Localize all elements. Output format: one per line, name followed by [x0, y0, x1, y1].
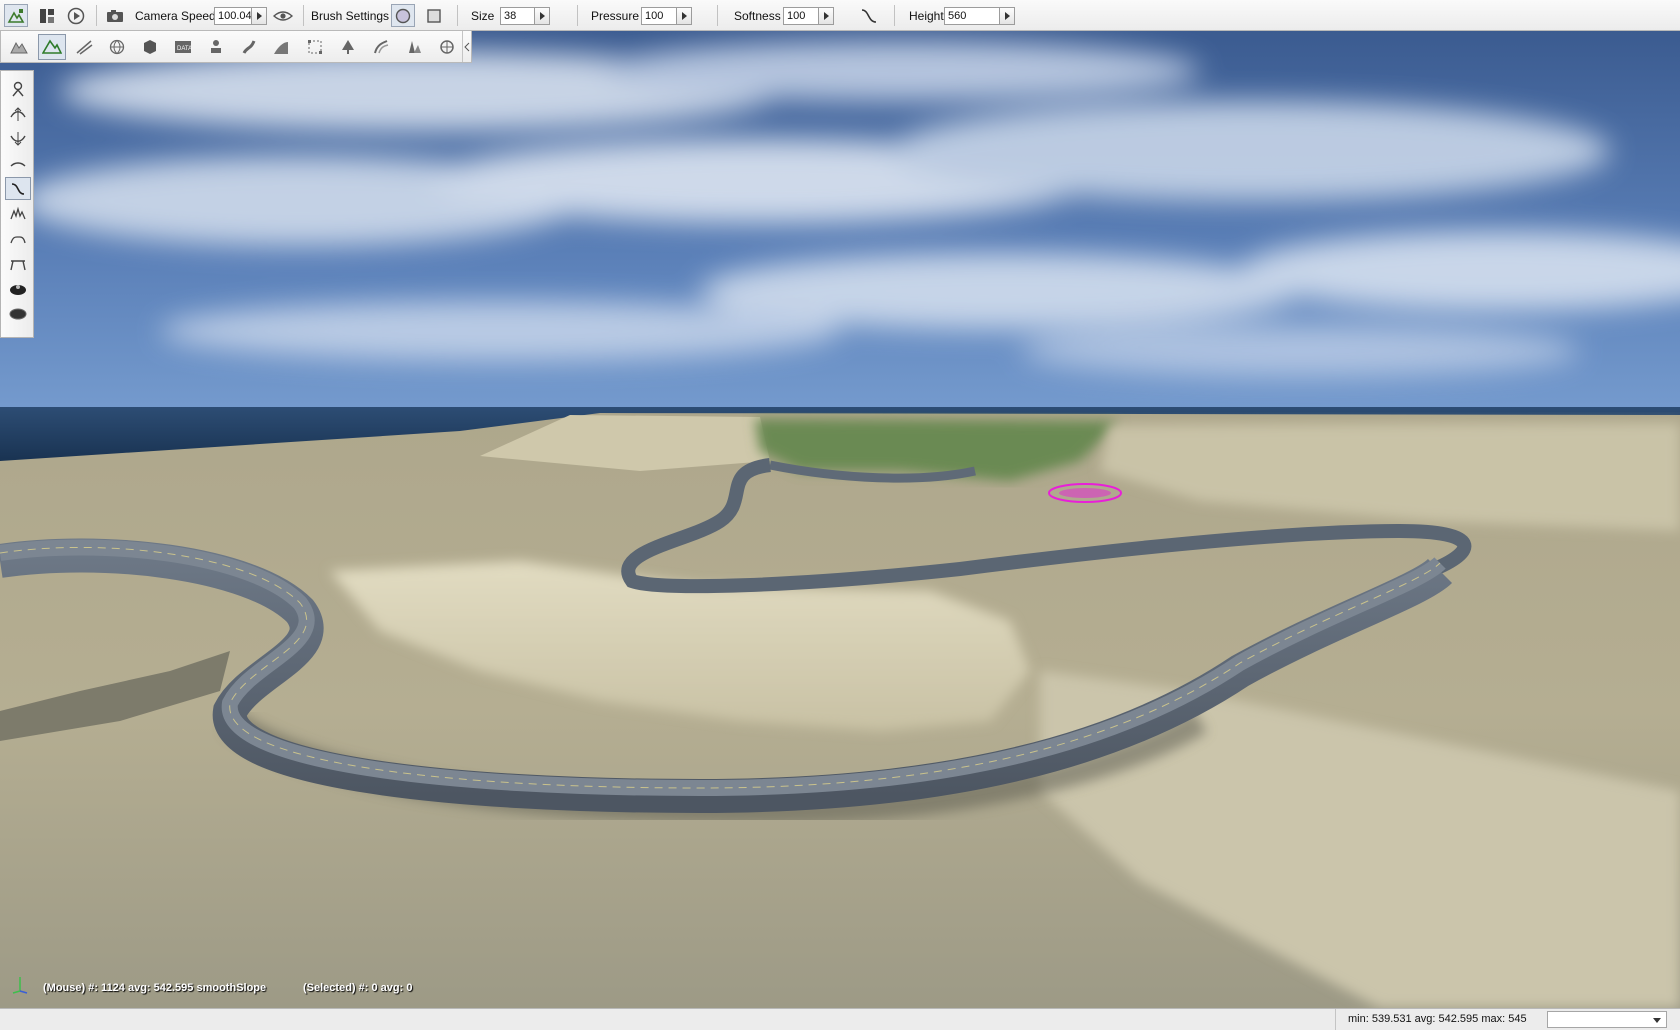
terrain-icon[interactable] [5, 34, 33, 60]
size-field[interactable]: 38 [500, 7, 535, 25]
set-height-icon[interactable] [5, 252, 31, 275]
brush-palette [0, 70, 34, 338]
3d-viewport[interactable] [0, 31, 1680, 1008]
globe-icon[interactable] [103, 34, 131, 60]
softness-field[interactable]: 100 [783, 7, 819, 25]
editor-tools-row: DATA [0, 31, 472, 63]
selected-info-readout: (Selected) #: 0 avg: 0 [303, 982, 413, 994]
raise-brush-icon[interactable] [5, 102, 31, 125]
height-increment[interactable] [999, 7, 1015, 25]
circle-brush-icon[interactable] [391, 4, 415, 27]
softness-increment[interactable] [818, 7, 834, 25]
smooth-slope-icon[interactable] [5, 177, 31, 200]
lower-brush-icon[interactable] [5, 127, 31, 150]
axis-gizmo-icon [12, 975, 28, 995]
main-toolbar: Camera Speed 100.04 Brush Settings Size … [0, 0, 1680, 31]
bounds-icon[interactable] [301, 34, 329, 60]
road-icon[interactable] [70, 34, 98, 60]
pressure-increment[interactable] [676, 7, 692, 25]
clear-terrain-icon[interactable] [5, 277, 31, 300]
grab-brush-icon[interactable] [5, 77, 31, 100]
height-label: Height [909, 9, 944, 23]
camera-speed-field[interactable]: 100.04 [214, 7, 252, 25]
falloff-curve-icon[interactable] [857, 4, 881, 27]
restore-terrain-icon[interactable] [5, 302, 31, 325]
camera-icon[interactable] [103, 4, 127, 27]
forest-icon[interactable] [334, 34, 362, 60]
terrain-paint-icon[interactable] [38, 34, 66, 60]
noise-brush-icon[interactable] [5, 202, 31, 225]
river-icon[interactable] [235, 34, 263, 60]
camera-speed-increment[interactable] [251, 7, 267, 25]
size-label: Size [471, 9, 495, 23]
pressure-field[interactable]: 100 [641, 7, 677, 25]
brush-settings-label: Brush Settings [311, 9, 390, 23]
svg-text:DATA: DATA [177, 46, 192, 52]
status-bar: min: 539.531 avg: 542.595 max: 545 [0, 1008, 1680, 1030]
shape-icon[interactable] [433, 34, 461, 60]
height-field[interactable]: 560 [944, 7, 1000, 25]
mesh-road-icon[interactable] [400, 34, 428, 60]
object-icon[interactable] [136, 34, 164, 60]
pressure-label: Pressure [591, 9, 640, 23]
chevron-down-icon [1653, 1018, 1661, 1023]
softness-label: Softness [734, 9, 781, 23]
play-icon[interactable] [64, 4, 88, 27]
layout-icon[interactable] [35, 4, 59, 27]
flatten-brush-icon[interactable] [5, 227, 31, 250]
size-increment[interactable] [534, 7, 550, 25]
camera-speed-label: Camera Speed [135, 9, 216, 23]
eye-icon[interactable] [271, 4, 295, 27]
terrain-editor-icon[interactable] [4, 4, 28, 27]
square-brush-icon[interactable] [422, 4, 446, 27]
collapse-icon[interactable] [462, 31, 471, 62]
data-icon[interactable]: DATA [169, 34, 197, 60]
decal-road-icon[interactable] [367, 34, 395, 60]
scene-render [0, 31, 1680, 1008]
smooth-brush-icon[interactable] [5, 152, 31, 175]
status-dropdown[interactable] [1547, 1011, 1667, 1028]
height-stats: min: 539.531 avg: 542.595 max: 545 [1335, 1009, 1527, 1030]
ramp-icon[interactable] [267, 34, 295, 60]
mouse-info-readout: (Mouse) #: 1124 avg: 542.595 smoothSlope [43, 982, 267, 994]
spawn-icon[interactable] [202, 34, 230, 60]
